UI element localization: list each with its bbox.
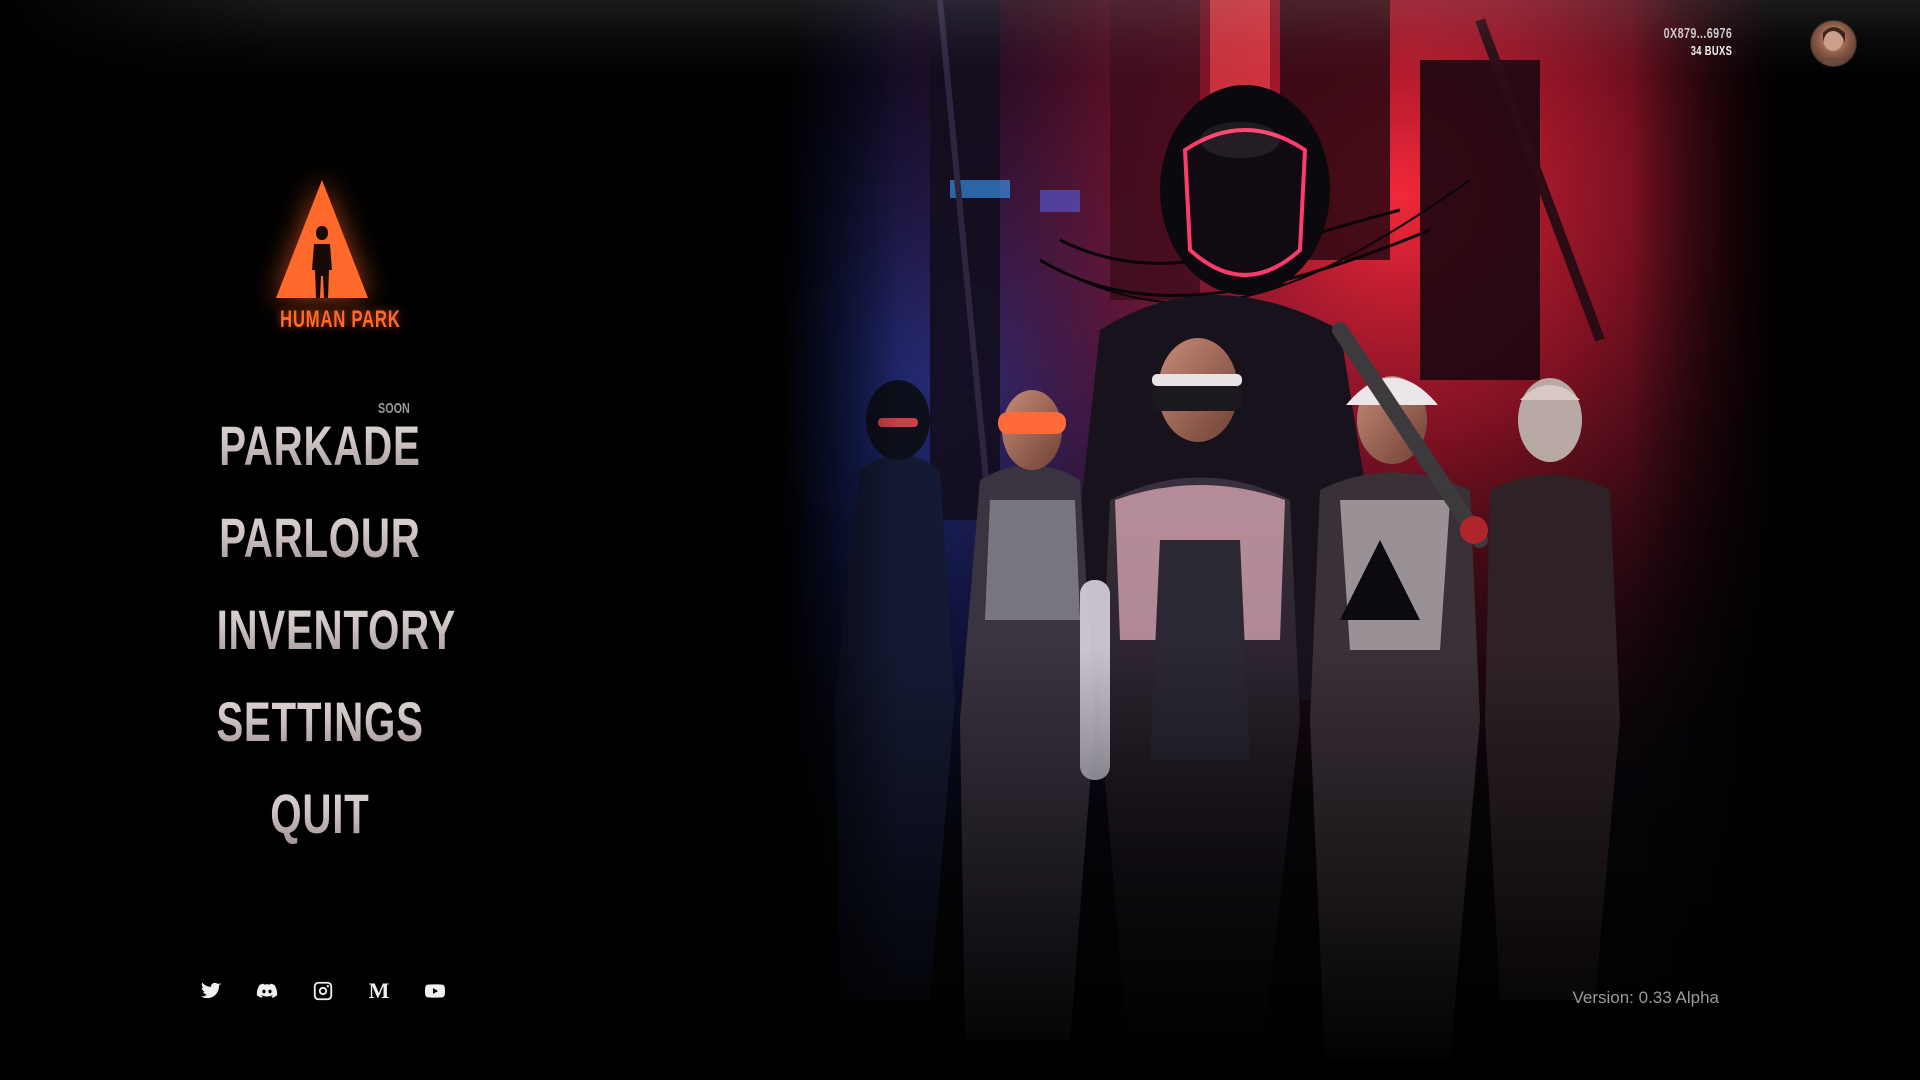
- human-park-logo: HUMAN PARK: [262, 178, 401, 348]
- triangle-figure-logo-icon: [276, 180, 368, 298]
- youtube-icon[interactable]: [422, 978, 448, 1004]
- menu-label: SETTINGS: [216, 676, 423, 768]
- player-avatar[interactable]: [1811, 21, 1856, 66]
- avatar-portrait-icon: [1819, 27, 1849, 66]
- wallet-address: 0X879...6976: [1663, 25, 1732, 42]
- menu-label: QUIT: [270, 768, 369, 860]
- social-links: M: [198, 978, 448, 1004]
- account-info[interactable]: 0X879...6976 34 BUXS: [1637, 25, 1732, 59]
- logo-wordmark: HUMAN PARK: [280, 306, 401, 333]
- menu-item-parkade[interactable]: PARKADE SOON: [170, 400, 470, 492]
- character-scene-artwork: [780, 0, 1780, 1080]
- twitter-icon[interactable]: [198, 978, 224, 1004]
- main-menu: PARKADE SOON PARLOUR INVENTORY SETTINGS …: [170, 400, 470, 860]
- menu-item-settings[interactable]: SETTINGS: [170, 676, 470, 768]
- version-label: Version: 0.33 Alpha: [1572, 988, 1719, 1007]
- menu-item-quit[interactable]: QUIT: [170, 768, 470, 860]
- soon-badge: SOON: [377, 400, 410, 417]
- menu-label: INVENTORY: [217, 584, 456, 676]
- instagram-icon[interactable]: [310, 978, 336, 1004]
- menu-label: PARLOUR: [219, 492, 420, 584]
- main-menu-screen: 0X879...6976 34 BUXS HUMAN PARK PARKADE …: [0, 0, 1920, 1080]
- menu-item-parlour[interactable]: PARLOUR: [170, 492, 470, 584]
- medium-glyph: M: [368, 978, 390, 1003]
- top-bar: [0, 0, 1920, 80]
- menu-item-inventory[interactable]: INVENTORY: [170, 584, 470, 676]
- currency-balance: 34 BUXS: [1690, 43, 1732, 58]
- discord-icon[interactable]: [254, 978, 280, 1004]
- medium-icon[interactable]: M: [366, 978, 392, 1004]
